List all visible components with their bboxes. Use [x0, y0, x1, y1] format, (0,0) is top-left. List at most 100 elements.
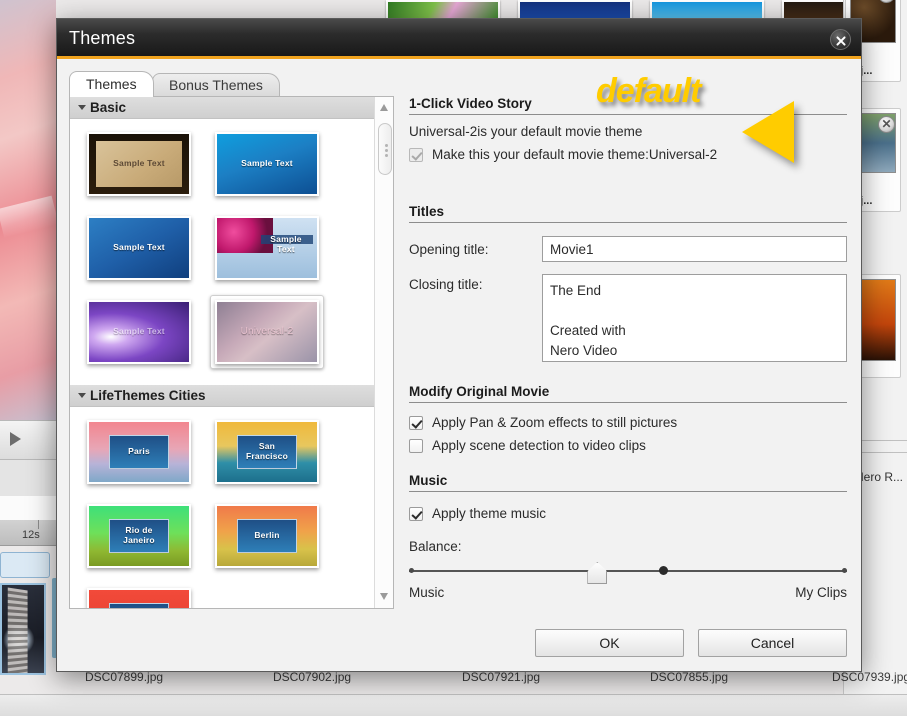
theme-item[interactable]: Paris	[82, 415, 196, 489]
opening-title-label: Opening title:	[409, 241, 489, 257]
theme-item[interactable]: Sample Text	[82, 127, 196, 201]
section-title-video-story: 1-Click Video Story	[409, 96, 847, 115]
timeline-photo-clip[interactable]	[0, 583, 46, 675]
default-theme-suffix: is your default movie theme	[477, 124, 643, 139]
closing-title-label: Closing title:	[409, 277, 483, 292]
theme-thumbnail: San Francisco	[215, 420, 319, 484]
theme-caption: Sample Text	[113, 326, 165, 337]
theme-row	[82, 583, 370, 608]
section-title-music: Music	[409, 473, 847, 492]
theme-item[interactable]: Sample Text	[82, 211, 196, 285]
nero-label: Nero R...	[854, 470, 903, 484]
theme-row: Sample Text Universal-2	[82, 295, 370, 369]
theme-list-panel: Basic Sample Text Sample Text Sample Tex…	[69, 96, 394, 609]
group-header-label: LifeThemes Cities	[90, 388, 206, 403]
theme-item[interactable]: Sample Text	[210, 127, 324, 201]
theme-item[interactable]	[82, 583, 196, 608]
status-bar	[0, 694, 907, 716]
scroll-down-icon[interactable]	[375, 588, 394, 606]
group-header-lifethemes-cities[interactable]: LifeThemes Cities	[70, 385, 374, 407]
media-filename: DSC07921.jpg	[462, 670, 541, 684]
slider-endcap-left	[409, 567, 414, 573]
balance-left-label: Music	[409, 585, 445, 600]
make-default-checkbox[interactable]	[409, 147, 423, 162]
dialog-footer: OK Cancel	[535, 629, 847, 657]
theme-screen: Rio de Janeiro	[109, 519, 169, 553]
group-header-label: Basic	[90, 100, 127, 115]
media-filename: DSC07899.jpg	[85, 670, 164, 684]
triangle-down-icon	[78, 105, 86, 110]
balance-slider[interactable]	[409, 560, 847, 584]
theme-list-scrollbar[interactable]	[374, 97, 393, 608]
theme-row: Sample Text Sample Text	[82, 211, 370, 285]
theme-screen	[109, 603, 169, 608]
theme-screen: Berlin	[237, 519, 297, 553]
triangle-down-icon	[78, 393, 86, 398]
theme-thumbnail: Universal-2	[215, 300, 319, 364]
scrollbar-thumb[interactable]	[378, 123, 392, 175]
tab-bonus-themes[interactable]: Bonus Themes	[152, 73, 280, 97]
theme-thumbnail: Berlin	[215, 504, 319, 568]
preview-pane	[0, 0, 56, 420]
slider-marker	[658, 566, 668, 575]
section-title-titles: Titles	[409, 204, 847, 223]
theme-item[interactable]: Sample Text	[82, 295, 196, 369]
opening-title-input[interactable]	[542, 236, 847, 262]
media-filename-row: DSC07899.jpg DSC07902.jpg DSC07921.jpg D…	[56, 670, 907, 694]
theme-thumbnail: Sample Text	[87, 300, 191, 364]
scroll-up-icon[interactable]	[375, 99, 394, 117]
dialog-body: Themes Bonus Themes Basic Sample Text Sa…	[57, 59, 861, 671]
slider-track	[409, 570, 847, 572]
scene-detection-label: Apply scene detection to video clips	[432, 438, 646, 453]
theme-grid-basic: Sample Text Sample Text Sample Text Samp…	[70, 119, 374, 385]
apply-theme-music-checkbox[interactable]	[409, 506, 423, 521]
close-icon[interactable]	[830, 29, 851, 50]
scene-detection-row: Apply scene detection to video clips	[409, 438, 847, 453]
closing-title-textarea[interactable]	[542, 274, 847, 362]
opening-title-row: Opening title:	[409, 236, 847, 262]
theme-item[interactable]: San Francisco	[210, 415, 324, 489]
theme-row: Sample Text Sample Text	[82, 127, 370, 201]
theme-thumbnail: Paris	[87, 420, 191, 484]
theme-screen: San Francisco	[237, 435, 297, 469]
balance-label: Balance:	[409, 539, 462, 554]
play-icon[interactable]	[10, 432, 21, 446]
ok-button[interactable]: OK	[535, 629, 684, 657]
media-filename: DSC07855.jpg	[650, 670, 729, 684]
theme-caption: Sample Text	[270, 234, 302, 255]
tab-bar: Themes Bonus Themes	[69, 71, 280, 97]
theme-thumbnail: Sample Text	[215, 132, 319, 196]
theme-item[interactable]: Rio de Janeiro	[82, 499, 196, 573]
theme-thumbnail: Sample Text	[215, 216, 319, 280]
scene-detection-checkbox[interactable]	[409, 438, 423, 453]
theme-item-selected[interactable]: Universal-2	[210, 295, 324, 369]
cancel-button[interactable]: Cancel	[698, 629, 847, 657]
theme-row: Rio de Janeiro Berlin	[82, 499, 370, 573]
theme-thumbnail	[87, 588, 191, 608]
theme-screen: Paris	[109, 435, 169, 469]
theme-thumbnail: Rio de Janeiro	[87, 504, 191, 568]
theme-caption: Rio de Janeiro	[123, 525, 155, 545]
apply-theme-music-label: Apply theme music	[432, 506, 547, 521]
theme-item[interactable]: Sample Text	[210, 211, 324, 285]
timeline-marker-label: 12s	[22, 529, 40, 541]
dialog-title: Themes	[69, 28, 136, 48]
default-theme-name[interactable]: Universal-2	[409, 124, 477, 139]
theme-thumbnail: Sample Text	[87, 216, 191, 280]
theme-caption: San Francisco	[246, 441, 288, 461]
group-header-basic[interactable]: Basic	[70, 97, 374, 119]
theme-item[interactable]: Berlin	[210, 499, 324, 573]
tab-themes[interactable]: Themes	[69, 71, 154, 97]
balance-right-label: My Clips	[795, 585, 847, 600]
pan-zoom-checkbox[interactable]	[409, 415, 423, 430]
make-default-theme-link[interactable]: Universal-2	[649, 147, 717, 162]
dialog-titlebar: Themes	[57, 19, 861, 59]
theme-list-scroll-area: Basic Sample Text Sample Text Sample Tex…	[70, 97, 374, 608]
timeline-clip[interactable]	[0, 552, 50, 578]
balance-endpoint-labels: Music My Clips	[409, 585, 847, 600]
player-toolbar	[0, 420, 58, 460]
make-default-row: Make this your default movie theme: Univ…	[409, 147, 847, 162]
remove-media-icon[interactable]: ✕	[878, 116, 895, 133]
pan-zoom-row: Apply Pan & Zoom effects to still pictur…	[409, 415, 847, 430]
slider-knob[interactable]	[587, 562, 608, 584]
